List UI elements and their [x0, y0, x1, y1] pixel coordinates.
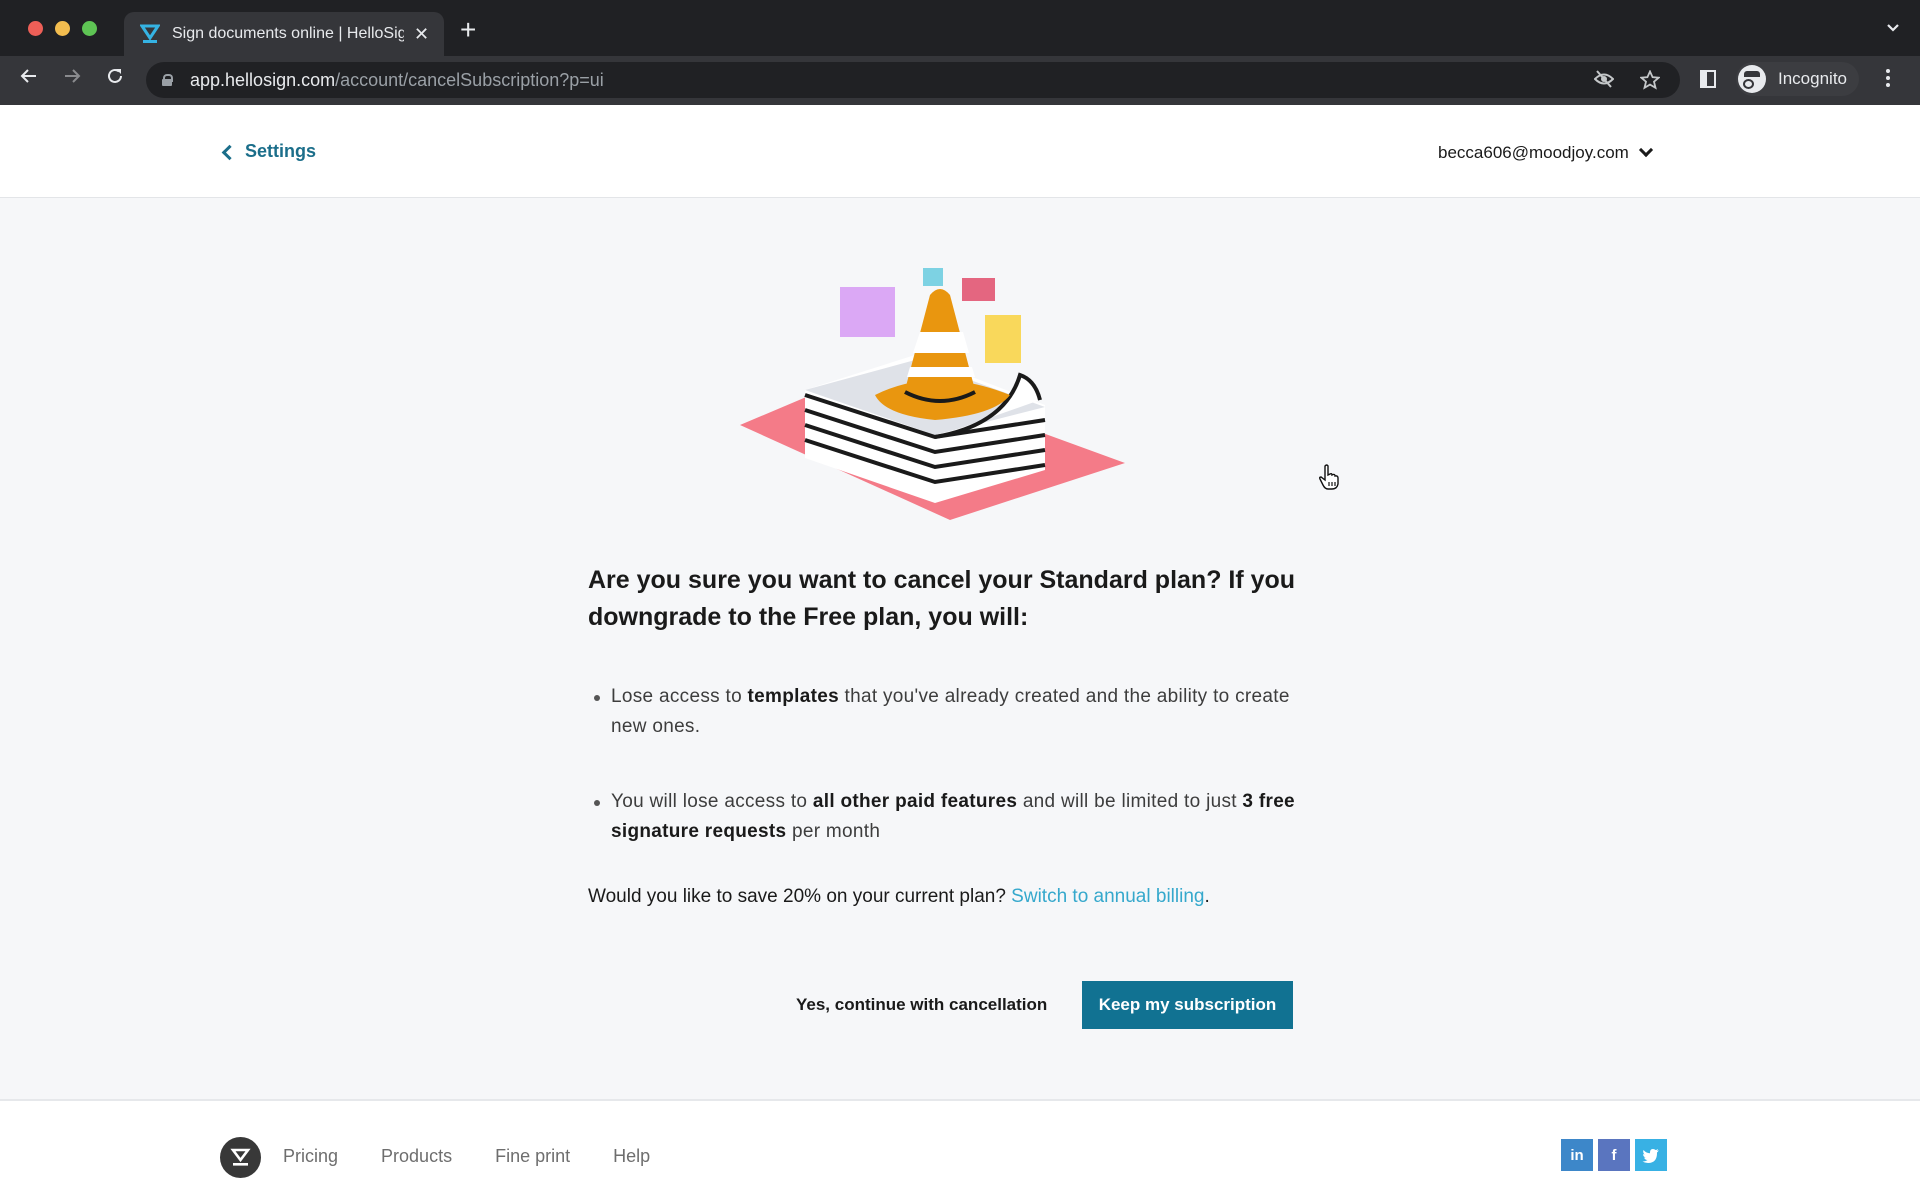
teal-square: [923, 268, 943, 286]
save-prompt-text: Would you like to save 20% on your curre…: [588, 886, 1012, 907]
linkedin-icon[interactable]: in: [1561, 1139, 1593, 1171]
back-arrow-icon[interactable]: [15, 66, 43, 92]
yellow-square: [985, 315, 1021, 363]
consequence-item-paid-features: You will lose access to all other paid f…: [588, 787, 1308, 847]
tab-close-icon[interactable]: ✕: [414, 24, 429, 45]
traffic-cone-illustration: [740, 268, 1125, 520]
forward-arrow-icon[interactable]: [58, 66, 86, 92]
purple-square: [840, 287, 895, 337]
switch-to-annual-billing-link[interactable]: Switch to annual billing: [1011, 886, 1204, 907]
footer-nav: Pricing Products Fine print Help: [283, 1146, 650, 1167]
address-bar[interactable]: app.hellosign.com/account/cancelSubscrip…: [146, 62, 1680, 98]
footer-link-fine-print[interactable]: Fine print: [495, 1146, 570, 1167]
browser-menu-icon[interactable]: [1885, 68, 1891, 88]
tracking-protection-eye-off-icon[interactable]: [1593, 70, 1615, 95]
hellosign-logo-icon[interactable]: [220, 1137, 261, 1178]
account-email: becca606@moodjoy.com: [1438, 143, 1629, 162]
side-panel-icon[interactable]: [1700, 70, 1716, 88]
maximize-window-button[interactable]: [82, 21, 97, 36]
back-link-label: Settings: [245, 141, 317, 161]
save-suffix: .: [1204, 886, 1210, 907]
minimize-window-button[interactable]: [55, 21, 70, 36]
footer-link-pricing[interactable]: Pricing: [283, 1146, 338, 1167]
cancel-subscription-content: Are you sure you want to cancel your Sta…: [588, 562, 1308, 892]
page-header: Settings becca606@moodjoy.com: [0, 105, 1920, 198]
bookmark-star-icon[interactable]: [1639, 69, 1661, 95]
tab-list-chevron-icon[interactable]: [1886, 20, 1900, 36]
page-heading: Are you sure you want to cancel your Sta…: [588, 566, 1296, 631]
chevron-down-icon: [1638, 142, 1653, 158]
url-host: app.hellosign.com: [190, 69, 336, 90]
lock-icon: [162, 74, 173, 86]
hellosign-favicon-icon: [139, 24, 161, 44]
back-to-settings-link[interactable]: Settings: [221, 141, 317, 162]
tab-title: Sign documents online | HelloSign: [172, 25, 404, 42]
social-links: in f: [1561, 1139, 1667, 1171]
continue-cancellation-button[interactable]: Yes, continue with cancellation: [780, 981, 1063, 1029]
url-path: /account/cancelSubscription?p=ui: [335, 69, 604, 90]
tab-bar: Sign documents online | HelloSign ✕ +: [0, 0, 1920, 56]
browser-tab[interactable]: Sign documents online | HelloSign ✕: [124, 12, 444, 56]
consequences-list: Lose access to templates that you've alr…: [588, 682, 1308, 847]
red-square: [962, 278, 995, 301]
account-menu-dropdown[interactable]: becca606@moodjoy.com: [1438, 142, 1653, 163]
reload-icon[interactable]: [101, 66, 129, 92]
annual-billing-offer: Would you like to save 20% on your curre…: [588, 886, 1210, 908]
close-window-button[interactable]: [28, 21, 43, 36]
chevron-left-icon: [221, 144, 238, 160]
footer-link-products[interactable]: Products: [381, 1146, 452, 1167]
browser-chrome: Sign documents online | HelloSign ✕ + ap…: [0, 0, 1920, 105]
incognito-label: Incognito: [1778, 69, 1847, 88]
browser-toolbar: app.hellosign.com/account/cancelSubscrip…: [0, 56, 1920, 105]
incognito-icon: [1738, 65, 1766, 93]
footer-link-help[interactable]: Help: [613, 1146, 650, 1167]
keep-subscription-button[interactable]: Keep my subscription: [1082, 981, 1293, 1029]
facebook-icon[interactable]: f: [1598, 1139, 1630, 1171]
hand-pointer-cursor-icon: [1318, 464, 1339, 490]
twitter-icon[interactable]: [1635, 1139, 1667, 1171]
page-footer: Pricing Products Fine print Help in f: [0, 1099, 1920, 1200]
incognito-profile-button[interactable]: Incognito: [1736, 62, 1859, 96]
consequence-item-templates: Lose access to templates that you've alr…: [588, 682, 1308, 742]
new-tab-button[interactable]: +: [460, 14, 476, 46]
